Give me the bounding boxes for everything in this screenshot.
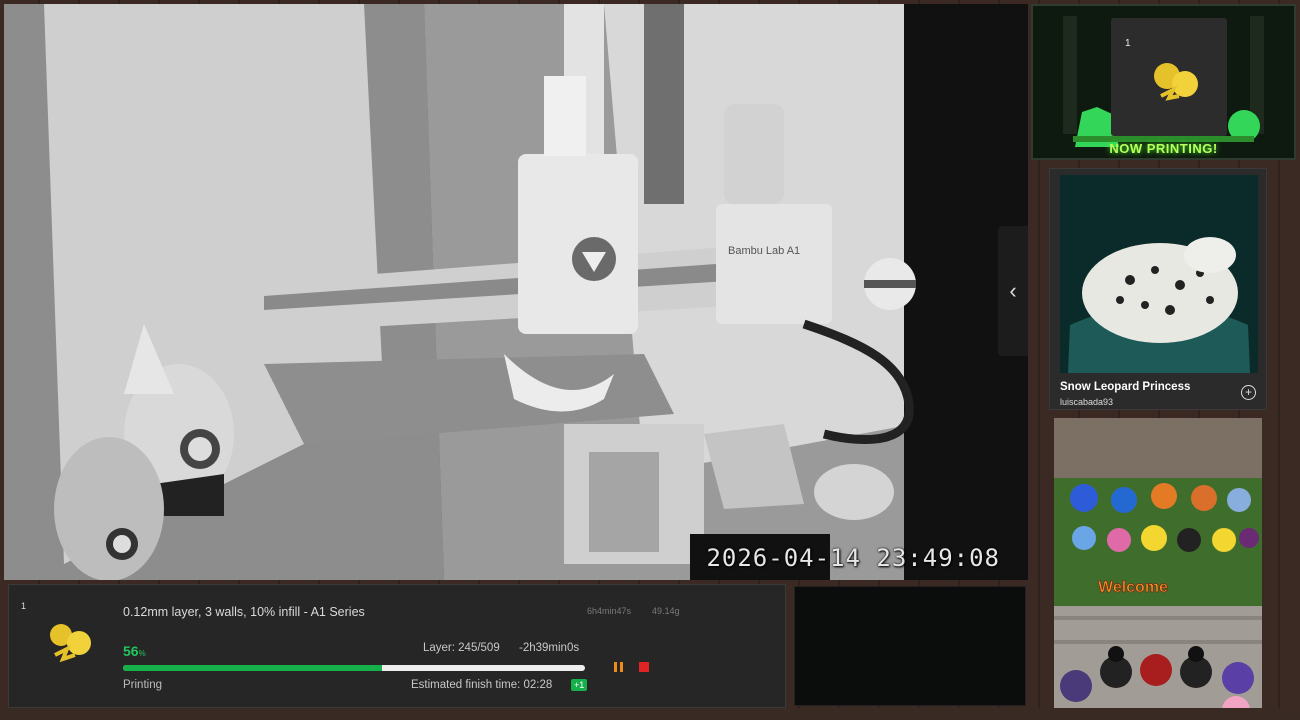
job-weight: 49.14g (652, 606, 680, 616)
layer-count: Layer: 245/509 (423, 642, 500, 654)
time-remaining: -2h39min0s (519, 642, 580, 654)
figures-photo-bottom (1054, 606, 1262, 720)
figures-shelf-image: Welcome (1054, 418, 1262, 606)
chevron-left-icon: ‹ (1009, 278, 1017, 303)
day-offset-badge: +1 (571, 679, 588, 691)
now-printing-banner: NOW PRINTING! (1109, 141, 1218, 156)
progress-percent-unit: % (138, 649, 146, 658)
camera-feed: Bambu Lab A1 2026-04-14 23:49:08 ‹ (4, 4, 1028, 580)
model-author: luiscabada93 (1060, 397, 1114, 407)
print-thumbnail-icon (50, 624, 91, 663)
now-printing-panel: 1 NOW PRINTING! (1031, 4, 1296, 160)
stop-icon[interactable] (639, 662, 649, 672)
model-card[interactable]: Snow Leopard Princess luiscabada93 + (1049, 168, 1267, 410)
plus-circle-icon[interactable]: + (1241, 385, 1256, 400)
model-name: Snow Leopard Princess (1060, 381, 1191, 393)
print-state: Printing (123, 679, 162, 691)
progress-percent: 56% (123, 643, 146, 659)
pause-icon[interactable] (613, 661, 625, 673)
plate-number: 1 (1125, 38, 1131, 49)
now-printing-card: 1 (1111, 18, 1227, 136)
camera-image: Bambu Lab A1 (4, 4, 1028, 580)
progress-bar (123, 665, 585, 671)
status-plate-number: 1 (21, 601, 27, 611)
snow-leopard-image (1060, 175, 1258, 373)
progress-percent-value: 56 (123, 643, 139, 659)
printer-label: Bambu Lab A1 (728, 245, 800, 257)
estimated-finish-time: Estimated finish time: 02:28 (411, 679, 553, 691)
print-status-panel: 1 0.12mm layer, 3 walls, 10% infill - A1… (8, 584, 786, 708)
job-total-time: 6h4min47s (587, 606, 632, 616)
overlay-placeholder (794, 586, 1026, 706)
progress-bar-fill (123, 665, 382, 671)
camera-timestamp: 2026-04-14 23:49:08 (706, 544, 1000, 572)
figures-wall-image (1054, 606, 1262, 720)
model-thumbnail-icon (1154, 63, 1198, 101)
bottom-strip (0, 708, 1300, 720)
welcome-sign: Welcome (1098, 579, 1168, 596)
collapse-panel-button[interactable]: ‹ (998, 226, 1028, 356)
job-title: 0.12mm layer, 3 walls, 10% infill - A1 S… (123, 605, 365, 619)
figures-photo-top: Welcome (1054, 418, 1262, 606)
model-image (1060, 175, 1258, 373)
